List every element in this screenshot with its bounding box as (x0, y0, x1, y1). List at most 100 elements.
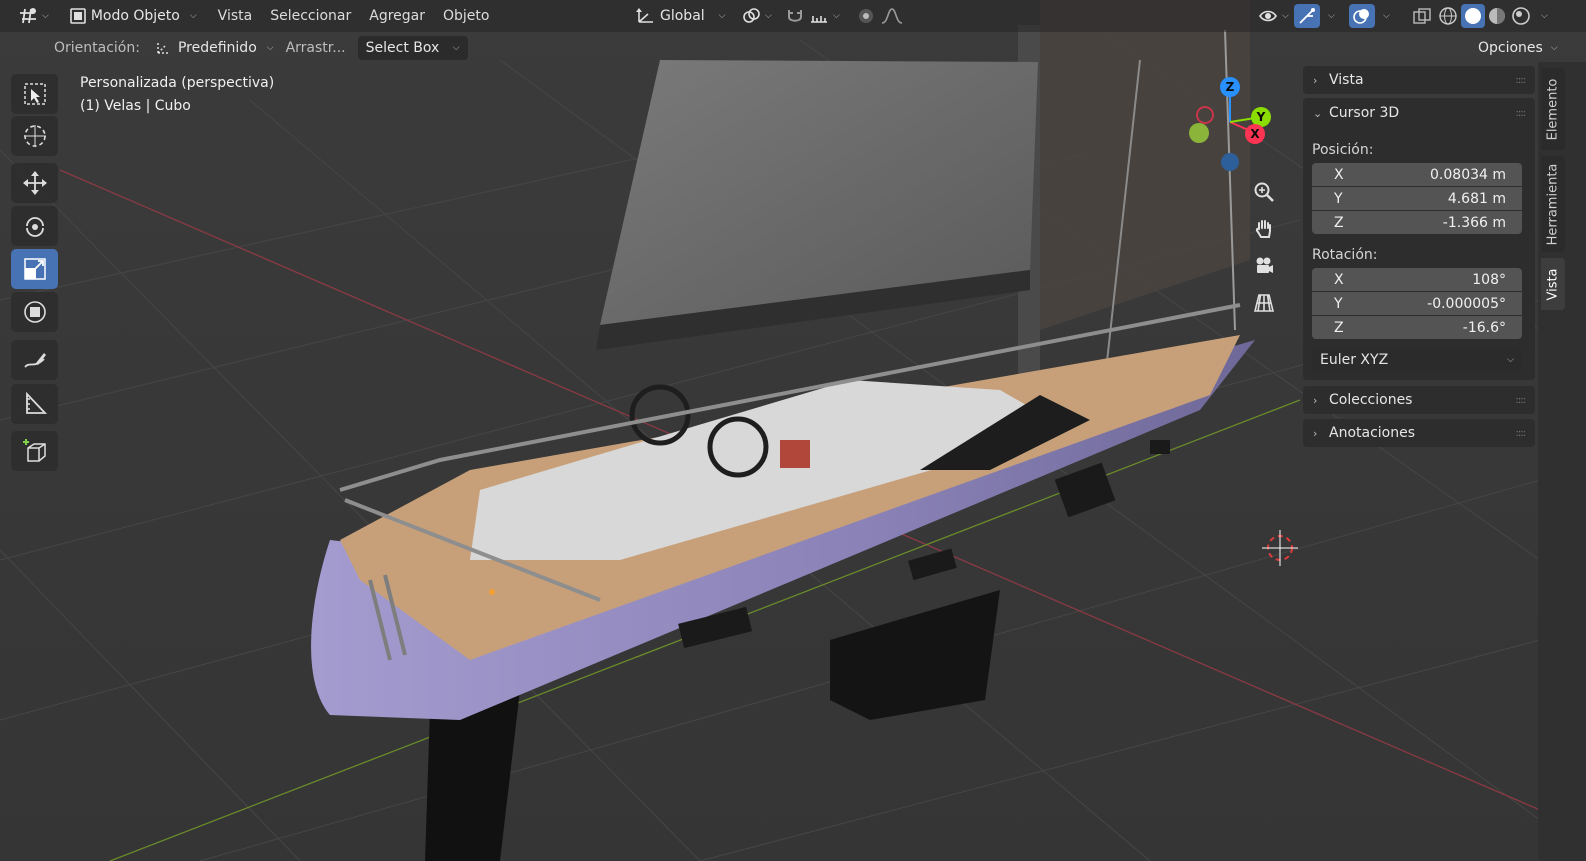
tab-elemento[interactable]: Elemento (1541, 68, 1565, 150)
shading-wireframe-button[interactable] (1436, 4, 1460, 28)
shading-rendered-button[interactable] (1509, 4, 1533, 28)
gizmo-options-dropdown[interactable]: ⌵ (1322, 4, 1341, 28)
rotate-icon (25, 217, 44, 237)
shading-material-button[interactable] (1485, 4, 1509, 28)
measure-tool[interactable] (11, 384, 58, 424)
camera-view-button[interactable] (1248, 250, 1280, 282)
orientation-label: Global (660, 8, 705, 24)
object-info-label: (1) Velas | Cubo (80, 98, 191, 114)
transform-tool[interactable] (11, 292, 58, 332)
position-y-axis: Y (1334, 190, 1343, 207)
panel-colecciones-title: Colecciones (1329, 392, 1413, 408)
rotation-label: Rotación: (1312, 247, 1378, 263)
shading-options-dropdown[interactable]: ⌵ (1535, 4, 1554, 28)
mode-label: Modo Objeto (90, 8, 180, 24)
tool-settings-bar: Orientación: Predefinido ⌵ Arrastr... Se… (0, 34, 1586, 62)
solid-sphere-icon (1465, 8, 1481, 24)
overlays-icon (1353, 9, 1369, 24)
panel-vista-title: Vista (1329, 72, 1364, 88)
shading-solid-button[interactable] (1461, 4, 1485, 28)
menu-agregar[interactable]: Agregar (360, 4, 434, 28)
visibility-selector[interactable]: ⌵ (1252, 4, 1295, 28)
navigation-gizmo[interactable]: Z Y X (1185, 75, 1275, 175)
position-x-field[interactable]: X 0.08034 m (1312, 163, 1522, 186)
scale-tool[interactable] (11, 249, 58, 289)
pivot-point-selector[interactable]: ⌵ (735, 4, 778, 28)
position-y-value: 4.681 m (1447, 190, 1506, 207)
menu-vista[interactable]: Vista (209, 4, 262, 28)
object-mode-icon (70, 8, 86, 24)
hand-icon (1255, 220, 1271, 238)
tab-herramienta[interactable]: Herramienta (1541, 156, 1565, 252)
scale-icon (23, 258, 46, 280)
rotation-mode-select[interactable]: Euler XYZ ⌵ (1312, 348, 1522, 372)
drag-grip-icon[interactable]: :::: (1516, 108, 1527, 119)
annotate-icon (23, 353, 46, 368)
panel-vista-header[interactable]: › Vista :::: (1303, 66, 1535, 94)
rotate-tool[interactable] (11, 206, 58, 246)
cursor-tool[interactable] (11, 116, 58, 156)
overlays-options-dropdown[interactable]: ⌵ (1377, 4, 1396, 28)
drag-dropdown[interactable]: Select Box ⌵ (357, 36, 468, 60)
perspective-toggle-button[interactable] (1248, 287, 1280, 319)
drag-grip-icon[interactable]: :::: (1516, 428, 1527, 439)
proportional-edit-icon (859, 9, 873, 23)
panel-colecciones-header[interactable]: › Colecciones :::: (1303, 386, 1535, 414)
position-z-axis: Z (1334, 214, 1344, 231)
falloff-selector[interactable] (874, 4, 916, 28)
move-tool[interactable] (11, 163, 58, 203)
zoom-button[interactable] (1248, 176, 1280, 208)
rotation-x-field[interactable]: X 108° (1312, 268, 1522, 291)
material-sphere-icon (1489, 8, 1505, 24)
gizmo-z-axis[interactable]: Z (1220, 77, 1240, 97)
gizmo-toggle[interactable] (1294, 4, 1320, 28)
snap-target-selector[interactable]: ⌵ (803, 4, 846, 28)
magnet-icon (788, 10, 802, 22)
cursor-icon (23, 125, 46, 147)
measure-icon (25, 391, 47, 414)
rotation-x-value: 108° (1472, 271, 1506, 288)
add-cube-icon (22, 439, 46, 462)
pan-button[interactable] (1248, 213, 1280, 245)
menu-objeto[interactable]: Objeto (434, 4, 498, 28)
wireframe-sphere-icon (1439, 7, 1457, 25)
orientation-dropdown-value: Predefinido (177, 40, 257, 56)
overlays-toggle[interactable] (1349, 4, 1375, 28)
gizmo-x-axis[interactable]: X (1245, 124, 1265, 144)
position-x-axis: X (1334, 166, 1344, 183)
rotation-y-value: -0.000005° (1427, 295, 1506, 312)
view-name-label: Personalizada (perspectiva) (80, 75, 275, 91)
viewport-header: ⌵ Modo Objeto ⌵ Vista Seleccionar Agrega… (0, 0, 1586, 32)
transform-icon (23, 301, 46, 323)
rotation-y-field[interactable]: Y -0.000005° (1312, 292, 1522, 315)
rotation-y-axis: Y (1334, 295, 1343, 312)
rotation-z-field[interactable]: Z -16.6° (1312, 316, 1522, 339)
chevron-right-icon: › (1313, 393, 1318, 407)
drag-dropdown-value: Select Box (365, 40, 440, 56)
panel-anotaciones-header[interactable]: › Anotaciones :::: (1303, 419, 1535, 447)
annotate-tool[interactable] (11, 340, 58, 380)
rotation-z-value: -16.6° (1462, 319, 1506, 336)
rotation-z-axis: Z (1334, 319, 1344, 336)
drag-grip-icon[interactable]: :::: (1516, 75, 1527, 86)
add-cube-tool[interactable] (11, 431, 58, 471)
select-box-tool[interactable] (11, 74, 58, 114)
options-dropdown[interactable]: Opciones ⌵ (1470, 36, 1566, 60)
drag-grip-icon[interactable]: :::: (1516, 395, 1527, 406)
eye-icon (1259, 10, 1277, 22)
tab-herramienta-label: Herramienta (1545, 163, 1561, 245)
position-y-field[interactable]: Y 4.681 m (1312, 187, 1522, 210)
xray-toggle[interactable] (1406, 4, 1438, 28)
position-z-field[interactable]: Z -1.366 m (1312, 211, 1522, 234)
position-z-value: -1.366 m (1442, 214, 1506, 231)
mode-selector[interactable]: Modo Objeto ⌵ (63, 4, 203, 28)
panel-cursor3d-header[interactable]: ⌄ Cursor 3D :::: (1303, 99, 1535, 127)
panel-anotaciones-title: Anotaciones (1329, 425, 1416, 441)
zoom-icon (1254, 182, 1274, 202)
drag-field-label: Arrastr... (285, 40, 346, 56)
menu-seleccionar[interactable]: Seleccionar (261, 4, 360, 28)
transform-orientation-selector[interactable]: Global ⌵ (630, 4, 732, 28)
orientation-dropdown[interactable]: Predefinido ⌵ (146, 36, 282, 60)
editor-type-button[interactable]: ⌵ (12, 4, 55, 28)
tab-vista[interactable]: Vista (1541, 258, 1565, 310)
